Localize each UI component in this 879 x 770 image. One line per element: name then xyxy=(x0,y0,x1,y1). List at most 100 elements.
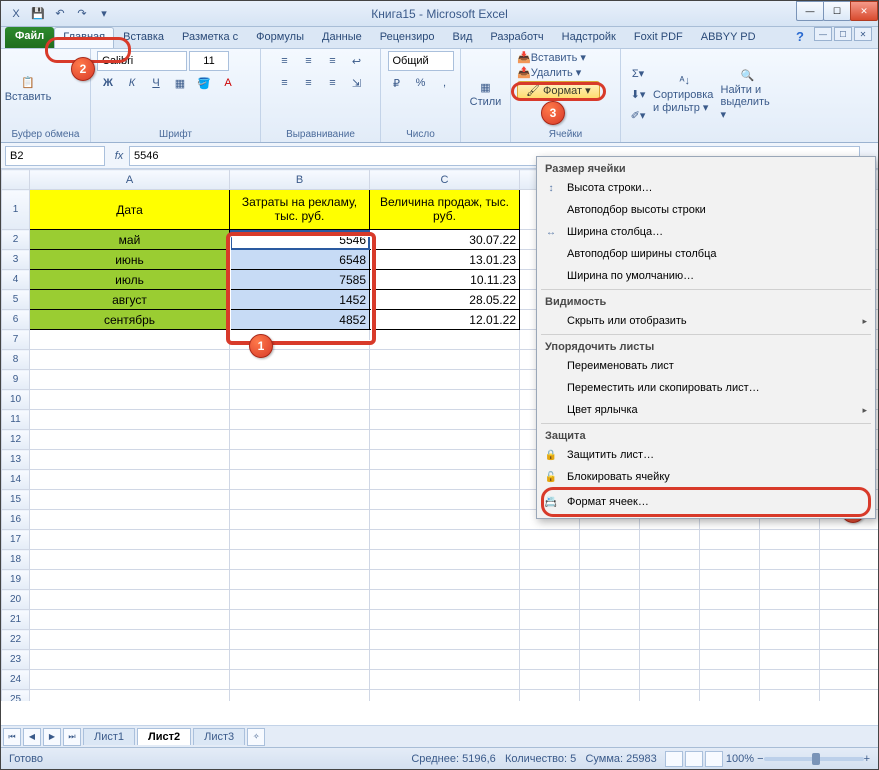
cell[interactable] xyxy=(520,530,580,550)
cell[interactable] xyxy=(30,430,230,450)
tab-insert[interactable]: Вставка xyxy=(114,27,173,48)
select-all-corner[interactable] xyxy=(2,170,30,190)
sort-filter-button[interactable]: ᴬ↓ Сортировка и фильтр ▾ xyxy=(653,62,717,128)
sheet-nav-last[interactable]: ⏭ xyxy=(63,728,81,746)
cell[interactable] xyxy=(370,430,520,450)
cell[interactable] xyxy=(820,590,879,610)
cell[interactable] xyxy=(760,690,820,702)
cell[interactable] xyxy=(30,570,230,590)
cell[interactable]: июль xyxy=(30,270,230,290)
zoom-slider[interactable] xyxy=(764,757,864,761)
cell[interactable] xyxy=(30,550,230,570)
menu-format-cells[interactable]: 📇Формат ячеек… xyxy=(537,491,875,513)
delete-cells-button[interactable]: 📤 Удалить ▾ xyxy=(517,66,581,79)
sheet-tab[interactable]: Лист1 xyxy=(83,728,135,745)
cell[interactable] xyxy=(580,530,640,550)
row-header[interactable]: 14 xyxy=(2,470,30,490)
cell[interactable] xyxy=(760,610,820,630)
cell[interactable] xyxy=(580,690,640,702)
doc-close-button[interactable]: ✕ xyxy=(854,27,872,41)
menu-row-height[interactable]: ↕Высота строки… xyxy=(537,177,875,199)
cell[interactable] xyxy=(580,590,640,610)
cell[interactable] xyxy=(700,530,760,550)
cell[interactable] xyxy=(370,530,520,550)
cell[interactable]: 12.01.22 xyxy=(370,310,520,330)
cell[interactable] xyxy=(700,610,760,630)
align-bot-button[interactable]: ≡ xyxy=(322,51,344,71)
align-right-button[interactable]: ≡ xyxy=(322,73,344,93)
view-normal-button[interactable] xyxy=(665,751,683,767)
row-header[interactable]: 4 xyxy=(2,270,30,290)
row-header[interactable]: 6 xyxy=(2,310,30,330)
cell[interactable] xyxy=(370,670,520,690)
cell[interactable] xyxy=(640,630,700,650)
cell[interactable] xyxy=(230,570,370,590)
name-box[interactable]: B2 xyxy=(5,146,105,166)
cell[interactable] xyxy=(230,670,370,690)
cell[interactable] xyxy=(580,570,640,590)
percent-button[interactable]: % xyxy=(410,73,432,93)
qat-more-icon[interactable]: ▾ xyxy=(95,5,113,23)
row-header[interactable]: 24 xyxy=(2,670,30,690)
redo-icon[interactable]: ↷ xyxy=(73,5,91,23)
cell[interactable] xyxy=(230,690,370,702)
row-header[interactable]: 25 xyxy=(2,690,30,702)
menu-rename-sheet[interactable]: Переименовать лист xyxy=(537,355,875,377)
cell[interactable] xyxy=(760,590,820,610)
currency-button[interactable]: ₽ xyxy=(386,73,408,93)
merge-button[interactable]: ⇲ xyxy=(346,73,368,93)
zoom-out-button[interactable]: − xyxy=(757,753,763,765)
menu-tab-color[interactable]: Цвет ярлычка xyxy=(537,399,875,421)
align-center-button[interactable]: ≡ xyxy=(298,73,320,93)
cell[interactable] xyxy=(820,570,879,590)
cell[interactable] xyxy=(760,630,820,650)
help-icon[interactable]: ? xyxy=(796,29,804,44)
cell[interactable] xyxy=(370,330,520,350)
cell[interactable] xyxy=(580,650,640,670)
menu-autofit-row[interactable]: Автоподбор высоты строки xyxy=(537,199,875,221)
cell[interactable]: 7585 xyxy=(230,270,370,290)
cell[interactable] xyxy=(230,630,370,650)
tab-review[interactable]: Рецензиро xyxy=(371,27,444,48)
row-header[interactable]: 8 xyxy=(2,350,30,370)
cell[interactable] xyxy=(760,570,820,590)
cell[interactable] xyxy=(370,630,520,650)
cell[interactable] xyxy=(700,670,760,690)
minimize-button[interactable]: — xyxy=(796,1,824,21)
cell[interactable] xyxy=(580,610,640,630)
cell[interactable] xyxy=(30,630,230,650)
menu-protect-sheet[interactable]: 🔒Защитить лист… xyxy=(537,444,875,466)
row-header[interactable]: 9 xyxy=(2,370,30,390)
clear-button[interactable]: ✐▾ xyxy=(627,106,649,126)
row-header[interactable]: 11 xyxy=(2,410,30,430)
number-format-combo[interactable]: Общий xyxy=(388,51,454,71)
cell[interactable] xyxy=(30,450,230,470)
cell[interactable] xyxy=(370,510,520,530)
menu-col-width[interactable]: ↔Ширина столбца… xyxy=(537,221,875,243)
cell[interactable] xyxy=(370,610,520,630)
cell[interactable] xyxy=(700,690,760,702)
row-header[interactable]: 18 xyxy=(2,550,30,570)
tab-view[interactable]: Вид xyxy=(444,27,482,48)
cell[interactable]: 13.01.23 xyxy=(370,250,520,270)
cell[interactable] xyxy=(370,590,520,610)
menu-hide-show[interactable]: Скрыть или отобразить xyxy=(537,310,875,332)
fx-icon[interactable]: fx xyxy=(109,150,129,162)
insert-cells-button[interactable]: 📥 Вставить ▾ xyxy=(517,51,586,64)
cell[interactable] xyxy=(30,470,230,490)
cell[interactable] xyxy=(640,650,700,670)
menu-lock-cell[interactable]: 🔓Блокировать ячейку xyxy=(537,466,875,488)
tab-file[interactable]: Файл xyxy=(5,27,54,48)
row-header[interactable]: 12 xyxy=(2,430,30,450)
menu-default-width[interactable]: Ширина по умолчанию… xyxy=(537,265,875,287)
underline-button[interactable]: Ч xyxy=(145,73,167,93)
row-header[interactable]: 2 xyxy=(2,230,30,250)
font-size-combo[interactable]: 11 xyxy=(189,51,229,71)
tab-data[interactable]: Данные xyxy=(313,27,371,48)
cell[interactable] xyxy=(30,490,230,510)
fill-button[interactable]: ⬇▾ xyxy=(627,85,649,105)
row-header[interactable]: 21 xyxy=(2,610,30,630)
cell[interactable] xyxy=(640,530,700,550)
cell[interactable] xyxy=(520,610,580,630)
cell[interactable] xyxy=(820,690,879,702)
